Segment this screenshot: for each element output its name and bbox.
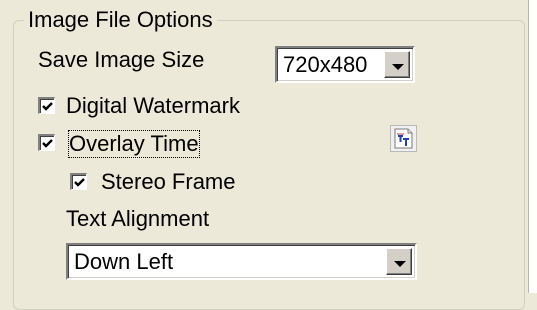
text-alignment-dropdown-button[interactable] [386, 248, 412, 275]
text-alignment-value: Down Left [74, 249, 174, 274]
overlay-time-label[interactable]: Overlay Time [68, 130, 200, 158]
digital-watermark-checkbox[interactable] [38, 97, 55, 114]
text-alignment-label: Text Alignment [66, 206, 210, 231]
digital-watermark-label[interactable]: Digital Watermark [66, 93, 240, 119]
save-image-size-value: 720x480 [283, 52, 368, 77]
overlay-time-checkbox[interactable] [38, 134, 55, 151]
group-title: Image File Options [24, 7, 217, 33]
stereo-frame-checkbox[interactable] [70, 173, 87, 190]
stereo-frame-label[interactable]: Stereo Frame [101, 169, 236, 195]
chevron-down-icon [392, 64, 404, 70]
panel-edge [528, 0, 537, 293]
overlay-text-settings-button[interactable] [390, 125, 417, 152]
checkmark-icon [74, 178, 85, 187]
save-image-size-label: Save Image Size [38, 47, 205, 72]
save-image-size-select[interactable]: 720x480 [275, 46, 415, 83]
text-format-icon [394, 128, 413, 149]
checkmark-icon [42, 139, 53, 148]
chevron-down-icon [394, 261, 406, 267]
checkmark-icon [42, 102, 53, 111]
save-image-size-dropdown-button[interactable] [384, 51, 410, 78]
text-alignment-select[interactable]: Down Left [66, 243, 417, 280]
